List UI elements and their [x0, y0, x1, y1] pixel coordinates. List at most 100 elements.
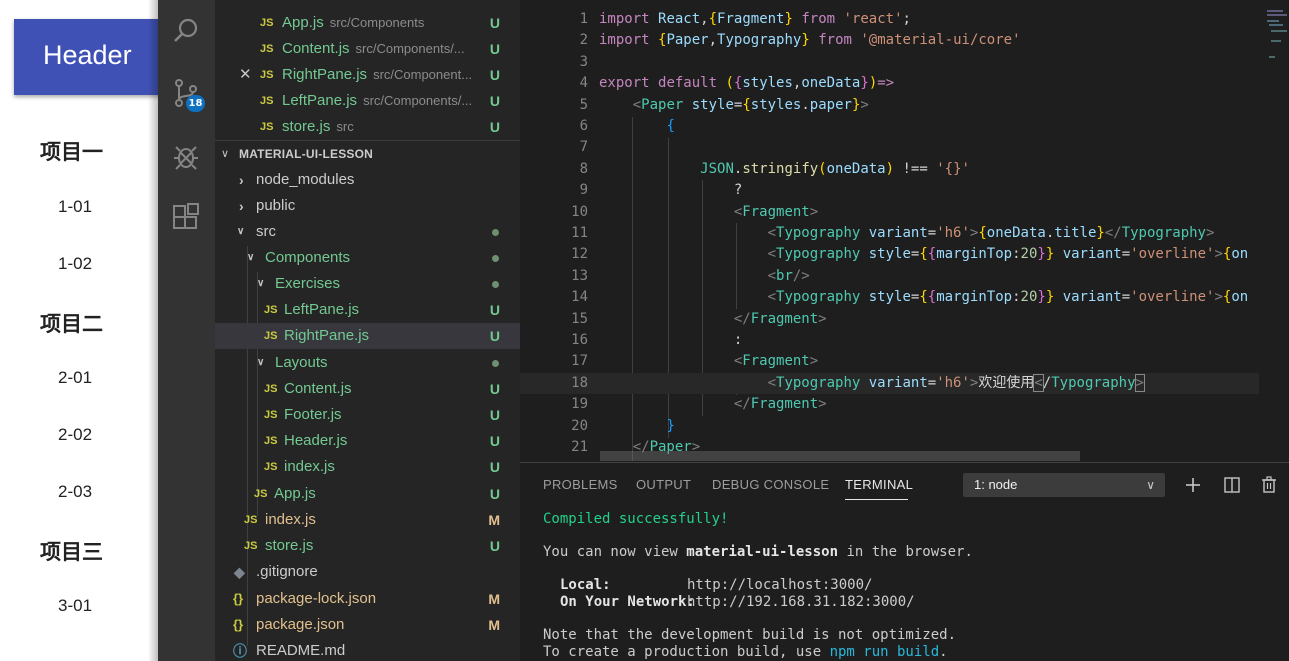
json-braces-icon: {} — [233, 617, 244, 632]
git-status: U — [489, 433, 500, 449]
tree-folder[interactable]: ∨ Layouts — [215, 350, 520, 376]
file-name: App.js — [282, 14, 324, 31]
nav-item[interactable]: 1-02 — [58, 254, 92, 274]
js-file-icon: JS — [260, 95, 274, 107]
local-url[interactable]: http://localhost:3000/ — [687, 577, 872, 593]
code-line: 10 <Fragment> — [571, 203, 819, 220]
tree-folder[interactable]: › node_modules — [215, 167, 520, 193]
git-diamond-icon: ◆ — [234, 564, 245, 580]
git-status: U — [489, 41, 500, 57]
nav-item[interactable]: 2-02 — [58, 425, 92, 445]
js-file-icon: JS — [260, 121, 274, 133]
modified-dot — [492, 229, 499, 236]
code-line: 13 <br/> — [571, 267, 810, 284]
folder-name: Components — [265, 249, 351, 266]
js-file-icon: JS — [244, 514, 258, 526]
nav-item[interactable]: 1-01 — [58, 197, 92, 217]
tab-terminal[interactable]: TERMINAL — [845, 477, 913, 492]
open-editor-item[interactable]: JS LeftPane.js src/Components/... U — [215, 88, 520, 114]
trash-icon[interactable] — [1259, 475, 1279, 495]
app-header-title: Header — [43, 40, 132, 70]
tree-file[interactable]: {} package.json M — [215, 612, 520, 638]
chevron-down-icon: ∨ — [257, 278, 265, 289]
git-status: U — [489, 302, 500, 318]
project-title: MATERIAL-UI-LESSON — [239, 147, 374, 161]
js-file-icon: JS — [264, 330, 278, 342]
minimap[interactable] — [1259, 0, 1289, 462]
tab-debug-console[interactable]: DEBUG CONSOLE — [712, 477, 829, 492]
file-name: Header.js — [284, 432, 348, 449]
tree-file[interactable]: JS index.js U — [215, 454, 520, 480]
active-tab-underline — [845, 499, 908, 500]
tree-file[interactable]: JS Header.js U — [215, 428, 520, 454]
open-editor-item[interactable]: JS store.js src U — [215, 114, 520, 140]
bottom-panel: PROBLEMS OUTPUT DEBUG CONSOLE TERMINAL 1… — [520, 462, 1289, 661]
tree-file[interactable]: ⓘ README.md — [215, 638, 520, 661]
tree-file[interactable]: {} package-lock.json M — [215, 586, 520, 612]
close-icon[interactable]: ✕ — [239, 62, 252, 88]
code-line: 1 import React,{Fragment} from 'react'; — [579, 11, 911, 27]
section-header-project[interactable]: ∨ MATERIAL-UI-LESSON — [215, 140, 520, 166]
open-editor-item[interactable]: JS App.js src/Components U — [215, 10, 520, 36]
tree-file[interactable]: JS index.js M — [215, 507, 520, 533]
git-status: M — [488, 591, 500, 607]
code-line: 15 </Fragment> — [571, 310, 827, 327]
info-circle-icon: ⓘ — [233, 643, 247, 659]
file-name: README.md — [256, 642, 346, 659]
tree-file[interactable]: JS Content.js U — [215, 376, 520, 402]
tree-folder[interactable]: ∨ Exercises — [215, 271, 520, 297]
file-path: src/Component... — [373, 67, 473, 82]
terminal-select[interactable]: 1: node ∨ — [963, 473, 1165, 497]
tree-file[interactable]: JS LeftPane.js U — [215, 297, 520, 323]
extensions-icon[interactable] — [171, 203, 201, 233]
git-status: U — [489, 407, 500, 423]
code-line: 7 — [579, 139, 588, 156]
tab-output[interactable]: OUTPUT — [636, 477, 691, 492]
tree-file[interactable]: JS App.js U — [215, 481, 520, 507]
tab-problems[interactable]: PROBLEMS — [543, 477, 618, 492]
js-file-icon: JS — [264, 435, 278, 447]
code-line: 16 : — [571, 332, 743, 348]
tree-file-selected[interactable]: JS RightPane.js U — [215, 323, 520, 349]
git-status: U — [489, 119, 500, 135]
code-line: 6 { — [579, 118, 675, 134]
debug-icon[interactable] — [171, 141, 201, 171]
nav-item[interactable]: 2-03 — [58, 482, 92, 502]
open-editor-item-active[interactable]: ✕ JS RightPane.js src/Component... U — [215, 62, 520, 88]
nav-item[interactable]: 3-01 — [58, 596, 92, 616]
file-name: RightPane.js — [284, 327, 370, 344]
code-line: 8 JSON.stringify(oneData) !== '{}' — [579, 160, 970, 177]
code-line: 17 <Fragment> — [571, 353, 819, 370]
git-status: U — [489, 538, 500, 554]
chevron-down-icon: ∨ — [221, 148, 230, 160]
open-editor-item[interactable]: JS Content.js src/Components/... U — [215, 36, 520, 62]
horizontal-scrollbar[interactable] — [600, 451, 1080, 461]
add-terminal-icon[interactable] — [1183, 475, 1203, 495]
nav-item[interactable]: 2-01 — [58, 368, 92, 388]
code-line: 5 <Paper style={styles.paper}> — [579, 96, 869, 113]
terminal-build-line: To create a production build, use npm ru… — [543, 644, 948, 660]
code-line: 14 <Typography style={{marginTop:20}} va… — [571, 289, 1249, 306]
search-icon[interactable] — [171, 16, 201, 46]
git-status: U — [489, 93, 500, 109]
modified-dot — [492, 255, 499, 262]
network-url[interactable]: http://192.168.31.182:3000/ — [687, 594, 915, 610]
file-name: Content.js — [282, 40, 350, 57]
file-name: Footer.js — [284, 406, 342, 423]
tree-folder[interactable]: ∨ Components — [215, 245, 520, 271]
tree-file[interactable]: ◆ .gitignore — [215, 559, 520, 585]
file-name: RightPane.js — [282, 66, 368, 83]
js-file-icon: JS — [260, 43, 274, 55]
code-line: 19 </Fragment> — [571, 396, 827, 413]
split-terminal-icon[interactable] — [1222, 475, 1242, 495]
tree-folder[interactable]: › public — [215, 193, 520, 219]
file-path: src — [336, 119, 354, 134]
tree-file[interactable]: JS store.js U — [215, 533, 520, 559]
tree-folder[interactable]: ∨ src — [215, 219, 520, 245]
terminal-network-line: On Your Network: http://192.168.31.182:30… — [560, 594, 915, 610]
code-editor[interactable]: 1 import React,{Fragment} from 'react'; 2… — [520, 0, 1289, 462]
terminal-view-line: You can now view material-ui-lesson in t… — [543, 544, 973, 560]
code-line: 12 <Typography style={{marginTop:20}} va… — [571, 246, 1249, 263]
browser-edge-shadow — [148, 0, 158, 661]
tree-file[interactable]: JS Footer.js U — [215, 402, 520, 428]
